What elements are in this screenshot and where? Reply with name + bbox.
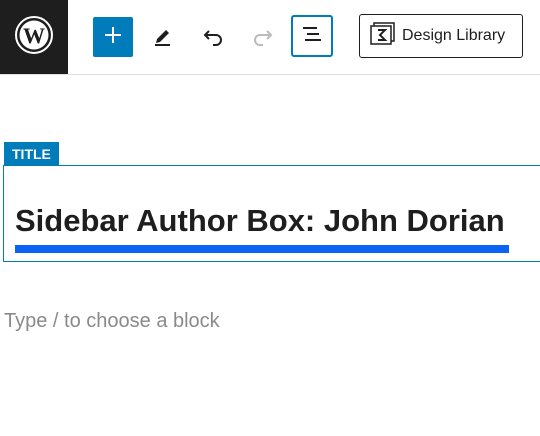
- design-library-icon: [370, 21, 396, 51]
- editor-toolbar: W Design Library: [0, 0, 540, 75]
- post-title-text[interactable]: Sidebar Author Box: John Dorian: [15, 203, 505, 239]
- plus-icon: [103, 25, 123, 50]
- pencil-icon: [151, 23, 175, 52]
- title-underline: [15, 245, 509, 253]
- list-view-button[interactable]: [291, 15, 333, 57]
- undo-icon: [201, 23, 225, 52]
- block-appender[interactable]: Type / to choose a block: [4, 310, 220, 333]
- tools-button[interactable]: [146, 20, 180, 54]
- block-type-badge: TITLE: [4, 142, 59, 165]
- redo-icon: [251, 23, 275, 52]
- redo-button[interactable]: [246, 20, 280, 54]
- svg-text:W: W: [23, 23, 45, 48]
- wordpress-logo-icon: W: [14, 15, 54, 60]
- design-library-label: Design Library: [402, 27, 506, 44]
- list-view-icon: [300, 22, 324, 51]
- add-block-button[interactable]: [93, 17, 133, 57]
- undo-button[interactable]: [196, 20, 230, 54]
- wordpress-logo-button[interactable]: W: [0, 0, 68, 74]
- design-library-button[interactable]: Design Library: [359, 14, 523, 58]
